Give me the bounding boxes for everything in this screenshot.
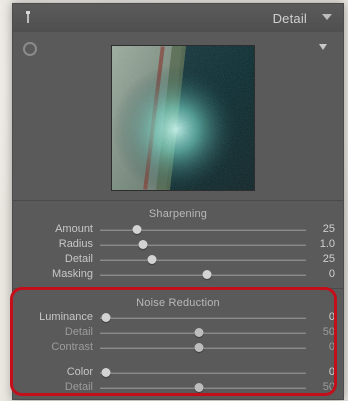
slider-row-radius: Radius 1.0 bbox=[13, 237, 343, 252]
target-adjustment-icon[interactable] bbox=[23, 42, 37, 56]
noise-reduction-section: Noise Reduction Luminance 0 Detail 50 Co… bbox=[13, 290, 343, 399]
slider-thumb[interactable] bbox=[147, 255, 156, 264]
slider-label: Contrast bbox=[51, 341, 93, 353]
slider-row-amount: Amount 25 bbox=[13, 222, 343, 237]
slider-track[interactable] bbox=[100, 328, 306, 337]
slider-row-luminance: Luminance 0 bbox=[13, 310, 343, 325]
preview-disclosure-triangle-icon[interactable] bbox=[319, 44, 327, 50]
slider-value: 25 bbox=[322, 223, 335, 235]
slider-row-color: Color 0 bbox=[13, 365, 343, 380]
slider-thumb[interactable] bbox=[101, 313, 111, 322]
slider-track[interactable] bbox=[100, 225, 306, 234]
section-divider bbox=[13, 200, 343, 201]
slider-track[interactable] bbox=[100, 270, 306, 279]
slider-value: 0 bbox=[328, 341, 335, 353]
slider-thumb[interactable] bbox=[194, 328, 204, 337]
slider-row-contrast: Contrast 0 bbox=[13, 340, 343, 355]
noise-reduction-title: Noise Reduction bbox=[136, 297, 220, 309]
section-divider bbox=[13, 288, 343, 289]
slider-track[interactable] bbox=[100, 255, 306, 264]
slider-thumb[interactable] bbox=[194, 343, 204, 352]
slider-track[interactable] bbox=[100, 383, 306, 392]
slider-track[interactable] bbox=[100, 240, 306, 249]
slider-track[interactable] bbox=[100, 343, 306, 352]
slider-track[interactable] bbox=[100, 313, 306, 322]
slider-row-detail: Detail 25 bbox=[13, 252, 343, 267]
panel-handle-icon[interactable] bbox=[23, 10, 33, 23]
slider-value: 0 bbox=[328, 311, 335, 323]
slider-value: 1.0 bbox=[319, 238, 335, 250]
slider-label: Detail bbox=[64, 253, 93, 265]
slider-label: Luminance bbox=[39, 311, 93, 323]
slider-thumb[interactable] bbox=[202, 270, 212, 279]
slider-label: Radius bbox=[58, 238, 93, 250]
slider-thumb[interactable] bbox=[101, 368, 111, 377]
slider-thumb[interactable] bbox=[138, 240, 148, 249]
slider-value: 50 bbox=[322, 326, 335, 338]
slider-value: 25 bbox=[322, 253, 335, 265]
slider-row-color-detail: Detail 50 bbox=[13, 380, 343, 395]
slider-row-detail: Detail 50 bbox=[13, 325, 343, 340]
panel-title: Detail bbox=[272, 11, 307, 26]
slider-thumb[interactable] bbox=[132, 225, 142, 234]
preview-area bbox=[13, 32, 343, 200]
slider-value: 0 bbox=[328, 268, 335, 280]
detail-preview-image[interactable] bbox=[111, 45, 255, 191]
slider-thumb[interactable] bbox=[194, 383, 204, 392]
slider-label: Masking bbox=[52, 268, 93, 280]
slider-label: Color bbox=[66, 366, 93, 378]
panel-header: Detail bbox=[13, 4, 343, 33]
sharpening-title: Sharpening bbox=[148, 208, 208, 220]
panel-disclosure-triangle-icon[interactable] bbox=[322, 14, 332, 20]
slider-value: 50 bbox=[322, 381, 335, 393]
slider-value: 0 bbox=[328, 366, 335, 378]
slider-track[interactable] bbox=[100, 368, 306, 377]
slider-label: Detail bbox=[64, 381, 93, 393]
slider-row-masking: Masking 0 bbox=[13, 267, 343, 282]
detail-panel: Detail Sharpening Amount 25 Radius 1.0 D… bbox=[12, 3, 344, 400]
slider-label: Amount bbox=[55, 223, 93, 235]
sharpening-section: Sharpening Amount 25 Radius 1.0 Detail 2… bbox=[13, 202, 343, 288]
slider-label: Detail bbox=[64, 326, 93, 338]
